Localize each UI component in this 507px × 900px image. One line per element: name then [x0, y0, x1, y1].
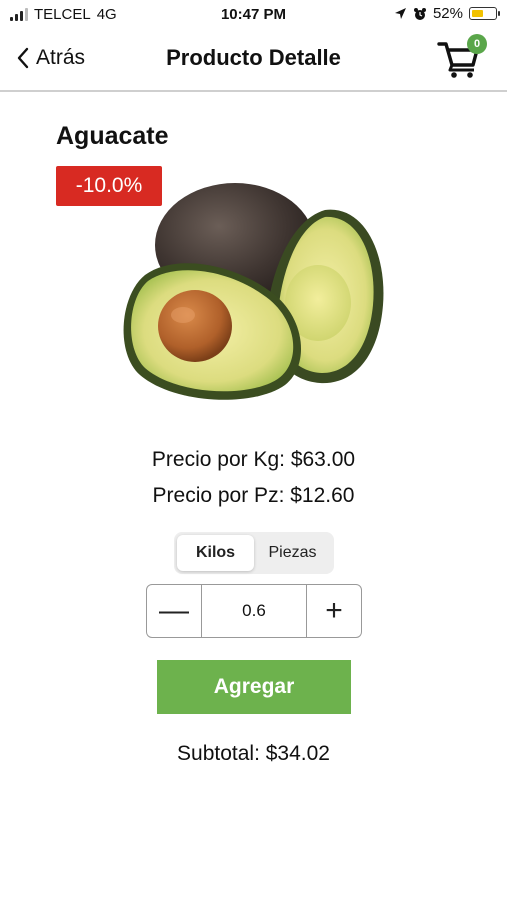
navigation-bar: Atrás Producto Detalle 0	[0, 30, 507, 92]
product-name: Aguacate	[56, 122, 169, 150]
status-bar: TELCEL 4G 10:47 PM 52%	[0, 0, 507, 30]
decrement-button[interactable]: —	[147, 585, 201, 637]
discount-badge: -10.0%	[56, 166, 162, 206]
quantity-value[interactable]: 0.6	[201, 585, 307, 637]
unit-option-piezas[interactable]: Piezas	[254, 535, 331, 571]
battery-percent: 52%	[432, 5, 463, 22]
unit-option-kilos[interactable]: Kilos	[177, 535, 254, 571]
battery-icon	[469, 7, 500, 20]
price-per-piece: Precio por Pz: $12.60	[152, 484, 355, 507]
add-to-cart-button[interactable]: Agregar	[157, 660, 351, 714]
alarm-clock-icon	[413, 7, 426, 20]
quantity-stepper: — 0.6 +	[146, 584, 362, 638]
increment-button[interactable]: +	[307, 585, 361, 637]
price-per-kg: Precio por Kg: $63.00	[151, 448, 356, 471]
cart-button[interactable]: 0	[437, 34, 487, 78]
unit-segmented-control: Kilos Piezas	[174, 532, 334, 574]
subtotal-label: Subtotal: $34.02	[177, 742, 330, 765]
location-arrow-icon	[394, 8, 406, 19]
status-right: 52%	[394, 5, 500, 22]
cart-count-badge: 0	[467, 34, 487, 54]
page-title: Producto Detalle	[166, 45, 341, 70]
product-image	[115, 175, 395, 415]
